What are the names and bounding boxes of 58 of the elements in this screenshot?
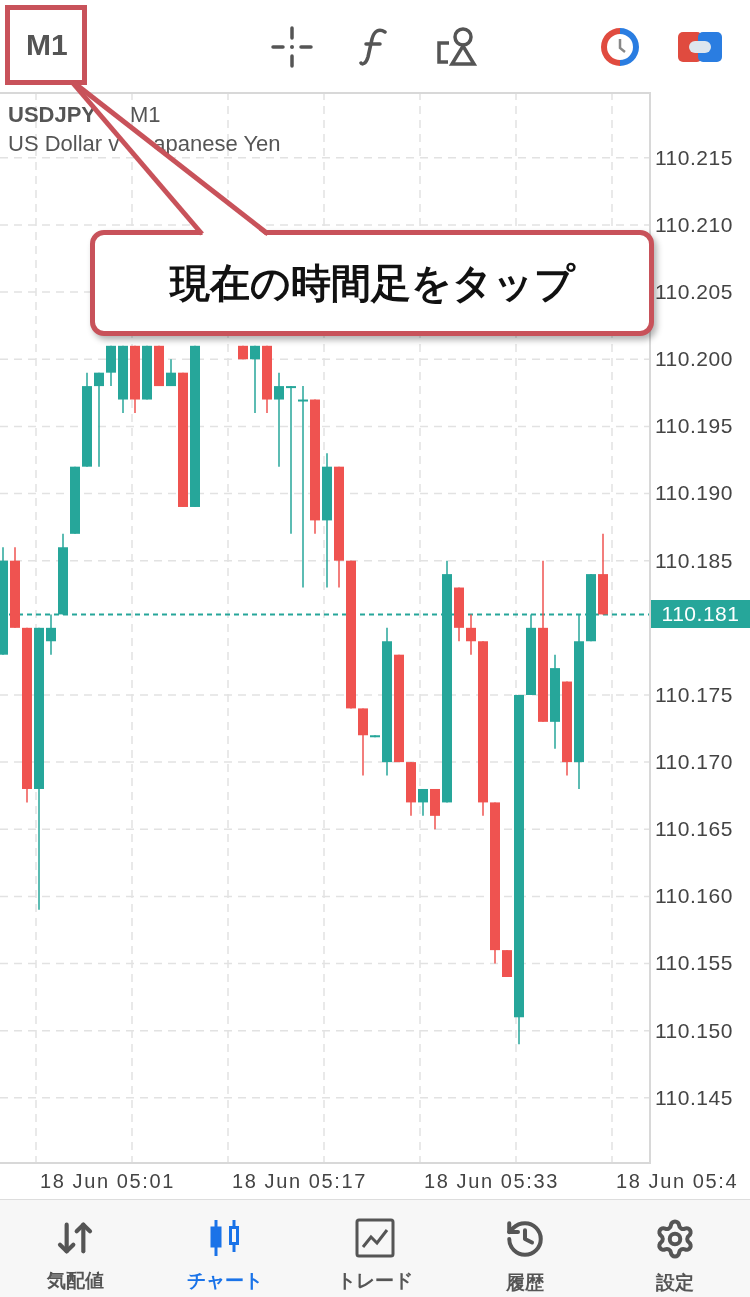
candle (238, 345, 248, 360)
candle (106, 345, 116, 387)
candle (418, 788, 428, 817)
symbol-description: US Dollar v (8, 130, 120, 157)
nav-tab[interactable]: 設定 (600, 1200, 750, 1297)
price-label: 110.205 (655, 279, 733, 305)
candle (130, 345, 140, 414)
candle (502, 949, 512, 978)
price-label: 110.175 (655, 681, 733, 708)
candle (430, 788, 440, 830)
candle (166, 358, 176, 387)
candle (406, 761, 416, 817)
nav-tab[interactable]: チャート (150, 1200, 300, 1297)
price-label: 110.165 (655, 816, 733, 843)
candle (586, 573, 596, 642)
callout-text: 現在の時間足をタップ (169, 258, 575, 308)
toggle-icon (678, 30, 722, 64)
price-label: 110.160 (655, 883, 733, 910)
settings-icon (654, 1218, 696, 1260)
price-label: 110.200 (655, 346, 733, 373)
candle (142, 345, 152, 401)
function-icon (359, 27, 389, 67)
toolbar-button[interactable] (268, 24, 316, 70)
line-chart-icon (355, 1218, 395, 1258)
clock-icon (599, 26, 641, 68)
candle (466, 613, 476, 656)
price-label: 110.170 (655, 749, 733, 776)
time-label: 18 Jun 05:17 (232, 1170, 367, 1194)
candle (70, 465, 80, 535)
time-label: 18 Jun 05:4 (616, 1170, 739, 1194)
shapes-icon (436, 26, 478, 68)
nav-tab[interactable]: 気配値 (0, 1200, 150, 1297)
price-label: 110.145 (655, 1084, 733, 1111)
nav-tab[interactable]: トレード (300, 1200, 450, 1297)
price-label: 110.155 (655, 950, 733, 977)
timeframe-button[interactable]: M1 (14, 22, 80, 68)
timeframe-label: M1 (130, 101, 161, 128)
time-label: 18 Jun 05:01 (40, 1170, 175, 1194)
history-icon (504, 1218, 546, 1260)
price-label: 110.150 (655, 1017, 733, 1044)
candle (250, 345, 260, 414)
symbol-label: USDJPY (8, 101, 97, 128)
candle (46, 613, 56, 656)
price-label: 110.210 (655, 211, 733, 238)
current-price-badge: 110.181 (651, 600, 750, 629)
crosshair-icon (271, 26, 313, 68)
price-label: 110.195 (655, 413, 733, 440)
candle (370, 734, 380, 738)
nav-tab[interactable]: 履歴 (450, 1200, 600, 1297)
price-label: 110.190 (655, 480, 733, 507)
candle (154, 345, 164, 387)
time-label: 18 Jun 05:33 (424, 1170, 559, 1194)
price-label: 110.215 (655, 144, 733, 171)
candle (118, 345, 128, 414)
candle (262, 345, 272, 414)
candle (358, 707, 368, 777)
price-label: 110.185 (655, 547, 733, 574)
candle (454, 586, 464, 642)
